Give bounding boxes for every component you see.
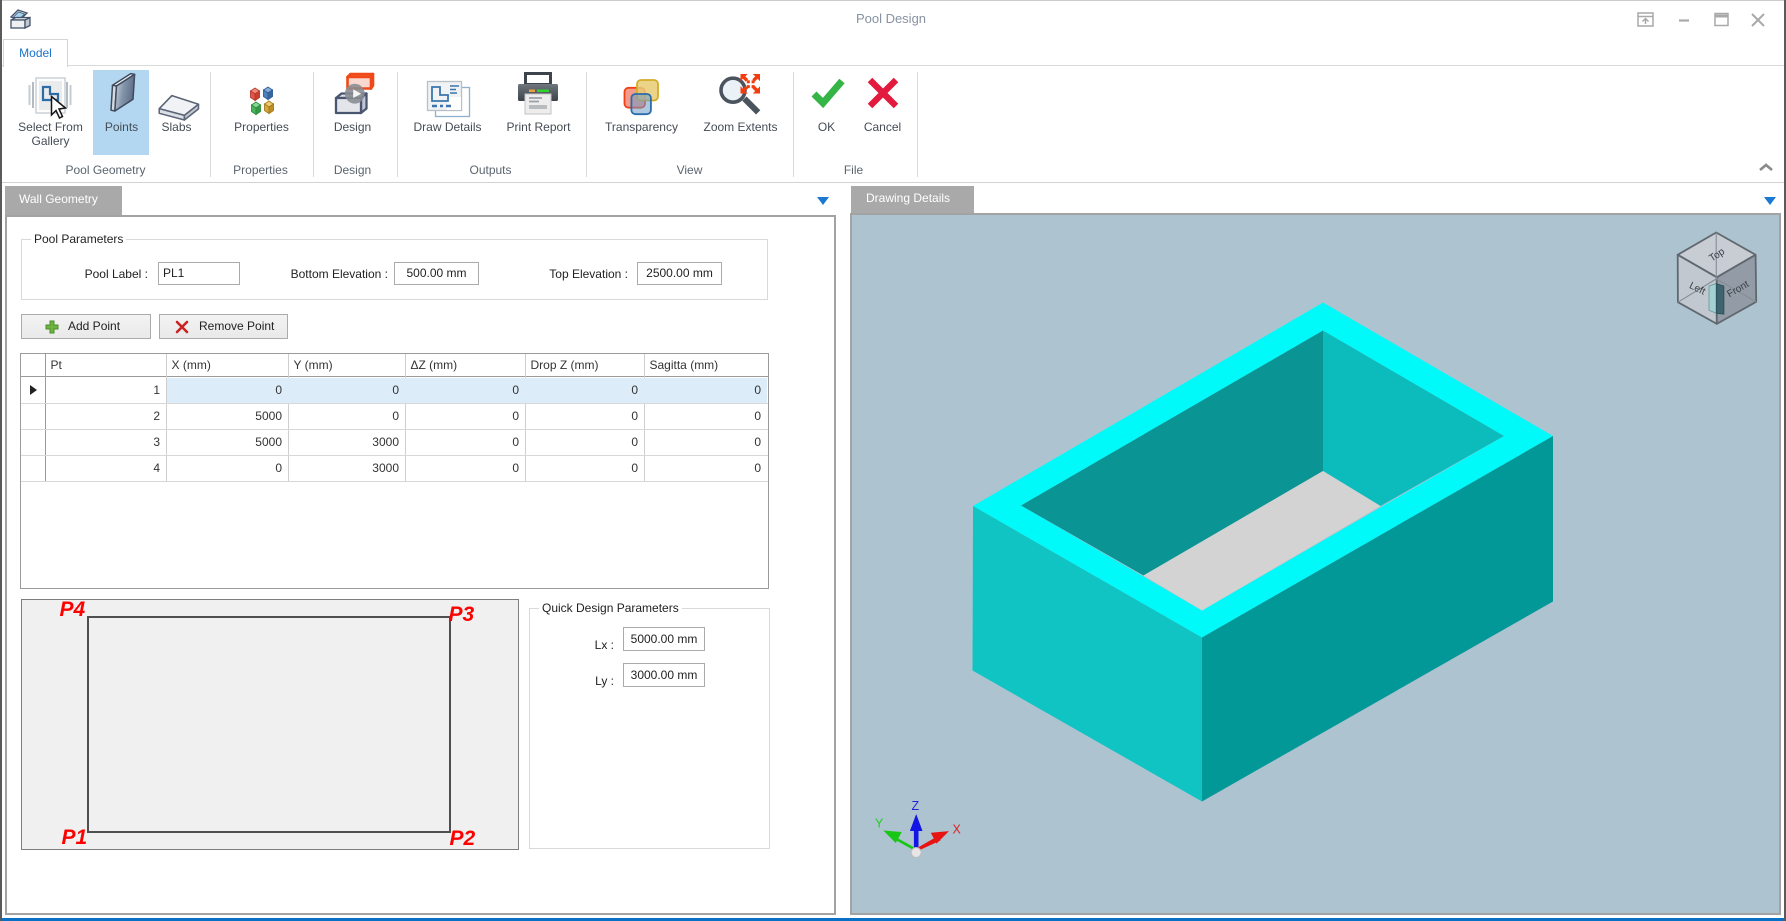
svg-text:Z: Z [912,799,920,813]
svg-text:Y: Y [875,817,884,831]
svg-text:X: X [953,823,962,837]
